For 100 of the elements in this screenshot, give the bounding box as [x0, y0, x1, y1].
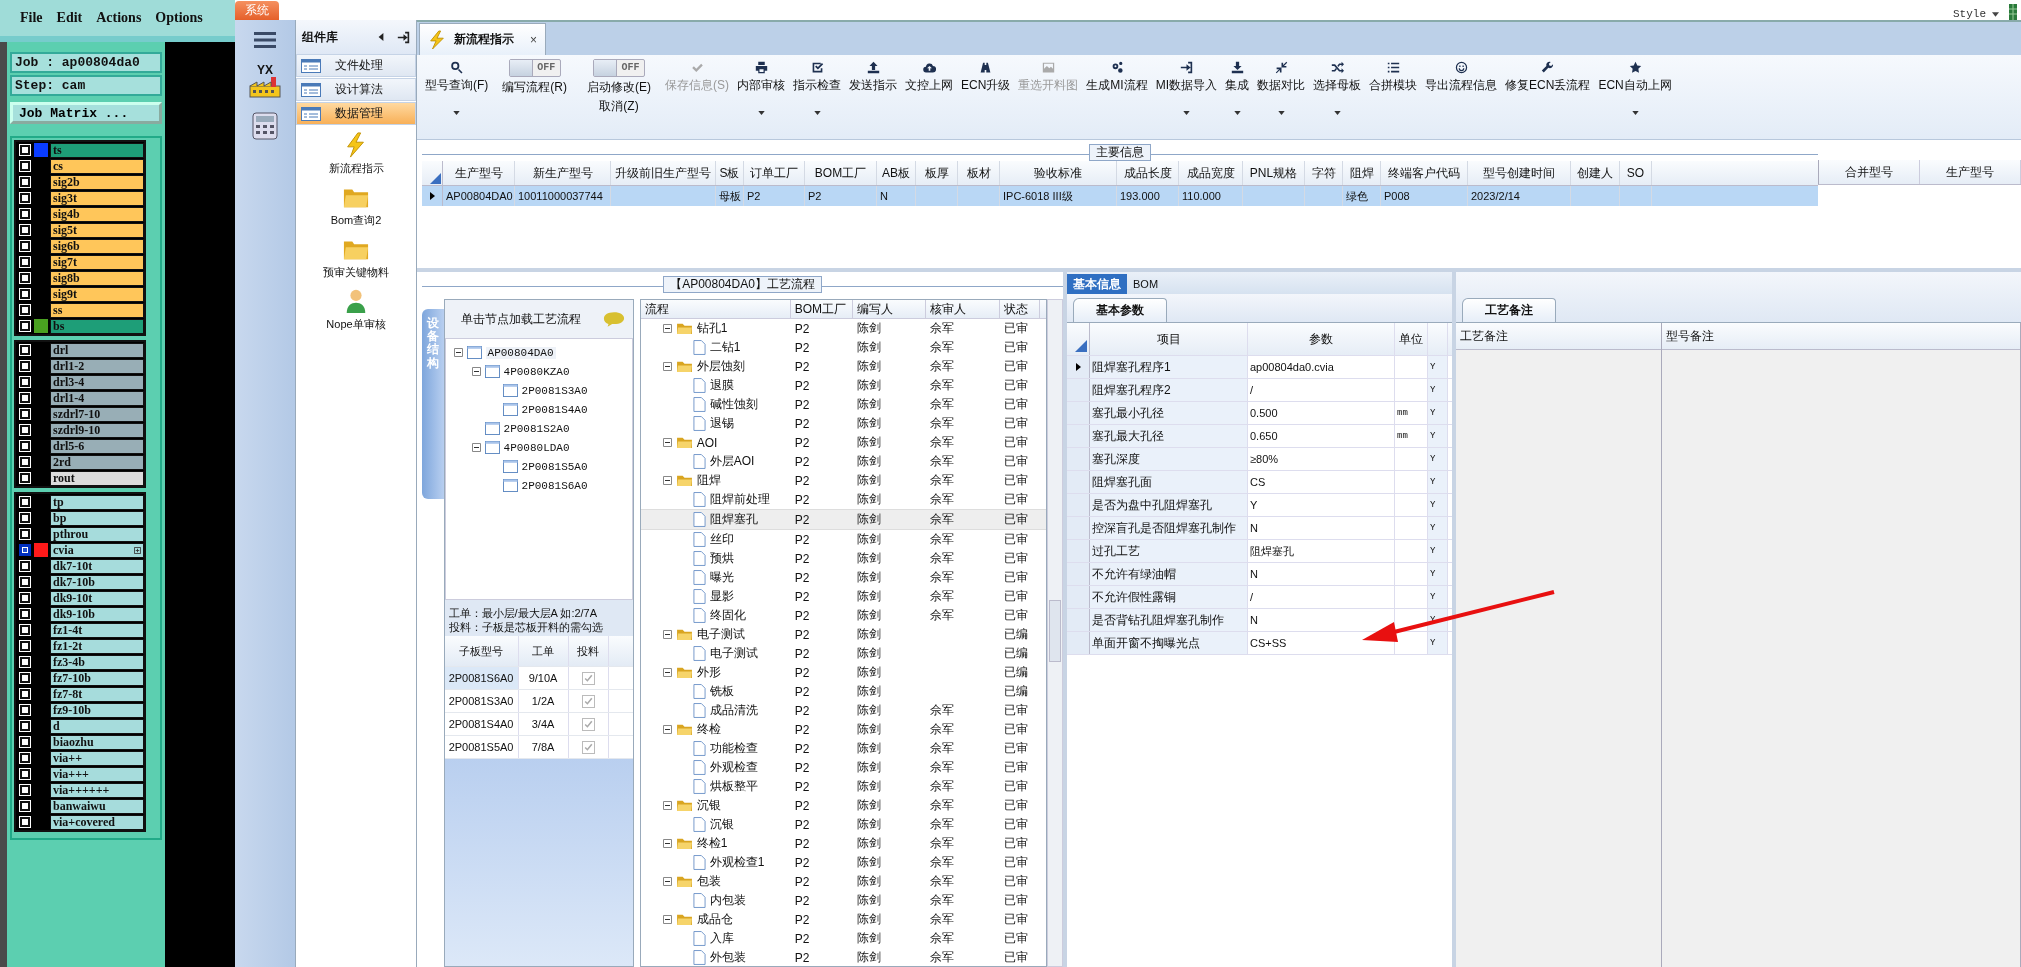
collapse-left-icon[interactable]: [377, 32, 385, 42]
layer-checkbox[interactable]: [20, 193, 30, 203]
layer-bar[interactable]: d: [50, 718, 144, 734]
collapse-icon[interactable]: [662, 362, 672, 371]
table-row[interactable]: AP00804DA0 10011000037744 母板 P2 P2 N IPC-6018 III级 193.000 110.000 绿色 P008 2023/2/14: [422, 186, 1818, 206]
column-header[interactable]: 核审人: [925, 300, 1000, 318]
tree-node[interactable]: 4P0080LDA0: [503, 441, 570, 454]
table-row[interactable]: 2P0081S4A0 3/4A: [444, 713, 633, 736]
layer-checkbox[interactable]: [20, 273, 30, 283]
table-cell[interactable]: 0.500: [1250, 407, 1278, 419]
layer-bar[interactable]: fz7-10b: [50, 670, 144, 686]
layer-checkbox[interactable]: [20, 609, 30, 619]
table-row[interactable]: 二钻1 P2 陈剑 佘军 已审: [640, 338, 1047, 357]
layer-bar[interactable]: szdrl9-10: [50, 422, 144, 438]
layer-bar[interactable]: ts: [50, 142, 144, 158]
layer-checkbox[interactable]: [20, 393, 30, 403]
layer-bar[interactable]: sig3t: [50, 190, 144, 206]
column-header[interactable]: 板材: [958, 161, 1000, 185]
table-row[interactable]: 碱性蚀刻 P2 陈剑 佘军 已审: [640, 395, 1047, 414]
collapse-icon[interactable]: [662, 725, 672, 734]
column-header[interactable]: 终端客户代码: [1381, 161, 1468, 185]
collapse-icon[interactable]: [662, 476, 672, 485]
layer-bar[interactable]: drl3-4: [50, 374, 144, 390]
tree-node[interactable]: 2P0081S2A0: [503, 422, 570, 435]
layer-bar[interactable]: via++: [50, 750, 144, 766]
table-row[interactable]: 2P0081S5A0 7/8A: [444, 736, 633, 759]
table-row[interactable]: 功能检查 P2 陈剑 佘军 已审: [640, 739, 1047, 758]
layer-bar[interactable]: sig6b: [50, 238, 144, 254]
sign-in-icon[interactable]: [397, 30, 410, 44]
layer-checkbox[interactable]: [20, 209, 30, 219]
layer-bar[interactable]: fz7-8t: [50, 686, 144, 702]
layer-bar[interactable]: szdrl7-10: [50, 406, 144, 422]
table-row[interactable]: 包装 P2 陈剑 佘军 已审: [640, 872, 1047, 891]
layer-bar[interactable]: drl1-2: [50, 358, 144, 374]
table-row[interactable]: 钻孔1 P2 陈剑 佘军 已审: [640, 319, 1047, 338]
document-tab[interactable]: 新流程指示 ×: [419, 23, 546, 55]
table-row[interactable]: 预烘 P2 陈剑 佘军 已审: [640, 549, 1047, 568]
layer-bar[interactable]: via+++: [50, 766, 144, 782]
toolbar-button[interactable]: 指示检查: [789, 59, 845, 131]
table-row[interactable]: 2P0081S6A0 9/10A: [444, 667, 633, 690]
layer-bar[interactable]: tp: [50, 494, 144, 510]
expand-icon[interactable]: [134, 546, 141, 554]
layer-bar[interactable]: 2rd: [50, 454, 144, 470]
toolbar-button[interactable]: 文控上网: [901, 59, 957, 131]
table-row[interactable]: 外形 P2 陈剑 已编: [640, 663, 1047, 682]
toolbar-button[interactable]: 集成: [1221, 59, 1254, 131]
category-item[interactable]: 数据管理: [296, 102, 416, 125]
table-row[interactable]: 沉银 P2 陈剑 佘军 已审: [640, 815, 1047, 834]
column-header[interactable]: 成品长度: [1117, 161, 1179, 185]
layer-bar[interactable]: sig2b: [50, 174, 144, 190]
layer-bar[interactable]: sig5t: [50, 222, 144, 238]
collapse-icon[interactable]: [471, 443, 481, 452]
table-row[interactable]: 丝印 P2 陈剑 佘军 已审: [640, 530, 1047, 549]
table-row[interactable]: 阻焊前处理 P2 陈剑 佘军 已审: [640, 490, 1047, 509]
layer-bar[interactable]: ss: [50, 302, 144, 318]
table-cell[interactable]: Y: [1250, 499, 1258, 511]
layer-checkbox[interactable]: [20, 425, 30, 435]
layer-checkbox[interactable]: [20, 641, 30, 651]
menu-item[interactable]: Edit: [56, 10, 83, 26]
layer-checkbox[interactable]: [20, 689, 30, 699]
table-row[interactable]: 外观检查 P2 陈剑 佘军 已审: [640, 758, 1047, 777]
tab[interactable]: 基本信息: [1067, 274, 1127, 294]
layer-bar[interactable]: dk7-10b: [50, 574, 144, 590]
layer-checkbox[interactable]: [20, 161, 30, 171]
column-header[interactable]: S板: [716, 161, 744, 185]
column-header[interactable]: 新生产型号: [515, 161, 611, 185]
layer-checkbox[interactable]: [20, 817, 30, 827]
toolbar-button[interactable]: 选择母板: [1309, 59, 1366, 131]
layer-checkbox[interactable]: [20, 657, 30, 667]
column-header[interactable]: 升级前旧生产型号: [611, 161, 716, 185]
layer-bar[interactable]: fz1-2t: [50, 638, 144, 654]
layer-bar[interactable]: biaozhu: [50, 734, 144, 750]
layer-checkbox[interactable]: [20, 705, 30, 715]
column-header[interactable]: 生产型号: [443, 161, 515, 185]
column-header[interactable]: 状态: [999, 300, 1040, 318]
tab[interactable]: 基本参数: [1073, 298, 1167, 322]
column-header[interactable]: 合并型号: [1819, 160, 1920, 184]
layer-checkbox[interactable]: [20, 177, 30, 187]
checkbox[interactable]: [581, 671, 595, 685]
column-header[interactable]: 流程: [640, 300, 791, 318]
collapse-icon[interactable]: [662, 324, 672, 333]
layer-checkbox[interactable]: [20, 441, 30, 451]
layer-bar[interactable]: via++++++: [50, 782, 144, 798]
layer-bar[interactable]: via+covered: [50, 814, 144, 830]
tool-item[interactable]: 新流程指示: [328, 132, 384, 176]
layer-checkbox[interactable]: [20, 241, 30, 251]
collapse-icon[interactable]: [662, 668, 672, 677]
menu-icon[interactable]: [253, 30, 277, 50]
layer-checkbox[interactable]: [20, 361, 30, 371]
menu-item[interactable]: Options: [155, 10, 203, 26]
table-cell[interactable]: ≥80%: [1250, 453, 1279, 465]
table-cell[interactable]: 0.650: [1250, 430, 1278, 442]
table-row[interactable]: 内包装 P2 陈剑 佘军 已审: [640, 891, 1047, 910]
layer-bar[interactable]: cvia: [50, 542, 144, 558]
column-header[interactable]: 板厚: [916, 161, 958, 185]
column-header[interactable]: SO: [1620, 161, 1652, 185]
layer-bar[interactable]: drl5-6: [50, 438, 144, 454]
table-row[interactable]: 入库 P2 陈剑 佘军 已审: [640, 929, 1047, 948]
collapse-icon[interactable]: [662, 801, 672, 810]
column-header[interactable]: 型号备注: [1662, 323, 2020, 350]
